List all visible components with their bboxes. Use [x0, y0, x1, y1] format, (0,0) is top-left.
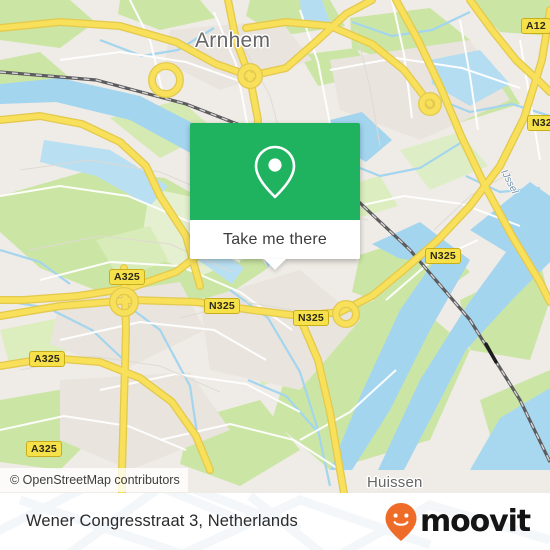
footer-bar: Wener Congresstraat 3, Netherlands moovi…	[0, 493, 550, 550]
road-shield-a325-b: A325	[29, 351, 65, 367]
address-label: Wener Congresstraat 3, Netherlands	[26, 512, 298, 530]
popup-icon-area	[190, 123, 360, 220]
location-popup-card[interactable]: Take me there	[190, 123, 360, 270]
map-pin-icon	[254, 145, 296, 198]
road-shield-a325-a: A325	[109, 269, 145, 285]
road-shield-n325-b: N325	[293, 310, 329, 326]
road-shield-a325-c: A325	[26, 441, 62, 457]
osm-attribution[interactable]: © OpenStreetMap contributors	[0, 468, 188, 492]
popup-action-area[interactable]: Take me there	[190, 220, 360, 270]
road-shield-a12: A12	[521, 18, 550, 34]
moovit-wordmark: moovit	[419, 503, 531, 539]
moovit-map-share-card: A12 N32 N325 N325 N325 A325 A325 A325 Ar…	[0, 0, 550, 550]
place-label-arnhem: Arnhem	[195, 29, 271, 52]
road-shield-n325-c: N325	[204, 298, 240, 314]
map-canvas[interactable]: A12 N32 N325 N325 N325 A325 A325 A325 Ar…	[0, 0, 550, 493]
popup-pointer-tail	[264, 259, 286, 270]
moovit-smiley-pin-icon	[385, 502, 417, 541]
road-shield-n325-a: N325	[425, 248, 461, 264]
place-label-huissen: Huissen	[367, 474, 423, 491]
moovit-logo[interactable]: moovit	[384, 502, 531, 542]
road-shield-n32: N32	[527, 115, 550, 131]
take-me-there-label: Take me there	[223, 230, 327, 248]
